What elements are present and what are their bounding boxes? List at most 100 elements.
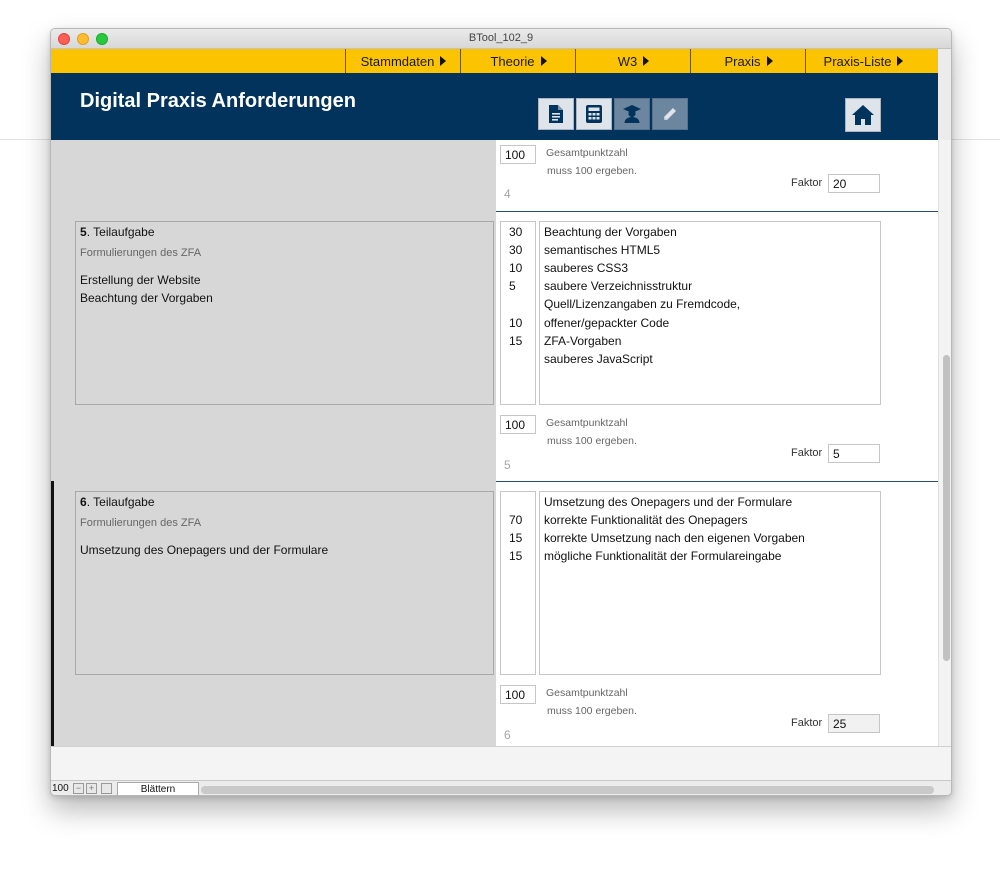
nav-bar: Stammdaten Theorie W3 Praxis Praxis-List… <box>51 49 938 73</box>
total-points-field[interactable]: 100 <box>500 415 536 434</box>
criterion-line: sauberes JavaScript <box>544 352 653 366</box>
right-pane: 100 Gesamtpunktzahl muss 100 ergeben. 4 … <box>496 140 938 746</box>
page-title: Digital Praxis Anforderungen <box>80 90 356 112</box>
arrow-right-icon <box>766 56 773 66</box>
points-column[interactable]: 30 30 10 5 10 15 <box>500 221 536 405</box>
points-value: 10 <box>509 316 523 330</box>
task-label: . Teilaufgabe <box>86 495 155 509</box>
task-text-line: Erstellung der Website <box>80 273 201 287</box>
title-bar[interactable]: BTool_102_9 <box>51 29 951 49</box>
nav-label: Praxis <box>724 53 761 69</box>
faktor-label: Faktor <box>791 717 823 729</box>
criteria-field[interactable]: Beachtung der Vorgaben semantisches HTML… <box>539 221 881 405</box>
criterion-line: Umsetzung des Onepagers und der Formular… <box>544 495 793 509</box>
criterion-line: mögliche Funktionalität der Formulareing… <box>544 549 782 563</box>
pencil-icon <box>664 108 676 120</box>
points-value: 30 <box>509 243 523 257</box>
nav-item-stammdaten[interactable]: Stammdaten <box>345 49 461 73</box>
task-text-line: Beachtung der Vorgaben <box>80 291 213 305</box>
criterion-line: Beachtung der Vorgaben <box>544 225 677 239</box>
window-title: BTool_102_9 <box>468 32 534 44</box>
nav-label: Praxis-Liste <box>823 53 892 69</box>
nav-label: Theorie <box>490 53 535 69</box>
criterion-line: korrekte Umsetzung nach den eigenen Vorg… <box>544 531 805 545</box>
task-title: 5. Teilaufgabe <box>80 225 155 239</box>
total-points-field[interactable]: 100 <box>500 145 536 164</box>
faktor-field[interactable]: 20 <box>828 174 880 193</box>
nav-item-w3[interactable]: W3 <box>575 49 691 73</box>
points-value: 15 <box>509 334 523 348</box>
home-button[interactable] <box>845 98 881 132</box>
task-number: 6 <box>80 495 87 509</box>
points-value: 5 <box>509 279 516 293</box>
task-subtitle: Formulierungen des ZFA <box>80 517 202 529</box>
arrow-right-icon <box>440 56 447 66</box>
points-column[interactable]: 70 15 15 <box>500 491 536 675</box>
left-pane: 5. Teilaufgabe Formulierungen des ZFA Er… <box>51 140 496 746</box>
zoom-level[interactable]: 100 <box>52 783 69 794</box>
nav-label: Stammdaten <box>360 53 435 69</box>
section-divider <box>496 211 938 212</box>
section-number: 4 <box>504 187 511 201</box>
toolbar-toggle-icon[interactable] <box>101 783 112 794</box>
horizontal-scrollbar[interactable] <box>201 786 934 794</box>
points-value: 30 <box>509 225 523 239</box>
task-title: 6. Teilaufgabe <box>80 495 155 509</box>
document-icon <box>549 105 563 123</box>
faktor-label: Faktor <box>791 447 823 459</box>
active-record-marker <box>51 481 54 746</box>
total-label: Gesamtpunktzahl <box>546 417 628 429</box>
document-button[interactable] <box>538 98 574 130</box>
task-text-line: Umsetzung des Onepagers und der Formular… <box>80 543 329 557</box>
zoom-in-icon[interactable]: + <box>86 783 97 794</box>
criteria-field[interactable]: Umsetzung des Onepagers und der Formular… <box>539 491 881 675</box>
arrow-right-icon <box>897 56 904 66</box>
status-bar: 100 − + Blättern <box>51 780 951 795</box>
calculator-button[interactable] <box>576 98 612 130</box>
total-note: muss 100 ergeben. <box>547 435 637 447</box>
zoom-out-icon[interactable]: − <box>73 783 84 794</box>
criterion-line: Quell/Lizenzangaben zu Fremdcode, <box>544 297 741 311</box>
points-value: 15 <box>509 549 523 563</box>
calculator-icon <box>586 105 602 123</box>
total-label: Gesamtpunktzahl <box>546 687 628 699</box>
total-points-field[interactable]: 100 <box>500 685 536 704</box>
nav-item-praxis[interactable]: Praxis <box>690 49 806 73</box>
total-note: muss 100 ergeben. <box>547 165 637 177</box>
section-number: 5 <box>504 458 511 472</box>
nav-label: W3 <box>617 53 638 69</box>
vertical-scrollbar[interactable] <box>938 140 951 746</box>
graduate-icon <box>623 105 641 123</box>
app-window: BTool_102_9 Stammdaten Theorie W3 Praxis… <box>50 28 952 796</box>
task-box: 6. Teilaufgabe Formulierungen des ZFA Um… <box>75 491 494 675</box>
faktor-field[interactable]: 5 <box>828 444 880 463</box>
arrow-right-icon <box>643 56 650 66</box>
nav-item-praxis-liste[interactable]: Praxis-Liste <box>805 49 921 73</box>
criterion-line: ZFA-Vorgaben <box>544 334 622 348</box>
criterion-line: sauberes CSS3 <box>544 261 629 275</box>
vertical-scroll-thumb[interactable] <box>943 355 950 661</box>
criterion-line: saubere Verzeichnisstruktur <box>544 279 693 293</box>
total-note: muss 100 ergeben. <box>547 705 637 717</box>
points-value: 15 <box>509 531 523 545</box>
points-value: 10 <box>509 261 523 275</box>
task-number: 5 <box>80 225 87 239</box>
nav-item-theorie[interactable]: Theorie <box>460 49 576 73</box>
criterion-line: offener/gepackter Code <box>544 316 670 330</box>
task-subtitle: Formulierungen des ZFA <box>80 247 202 259</box>
task-box: 5. Teilaufgabe Formulierungen des ZFA Er… <box>75 221 494 405</box>
task-text[interactable]: Umsetzung des Onepagers und der Formular… <box>80 541 328 559</box>
header: Digital Praxis Anforderungen <box>51 73 938 140</box>
task-label: . Teilaufgabe <box>86 225 155 239</box>
faktor-label: Faktor <box>791 177 823 189</box>
criterion-line: semantisches HTML5 <box>544 243 661 257</box>
home-icon <box>852 105 874 125</box>
content-area[interactable]: 5. Teilaufgabe Formulierungen des ZFA Er… <box>51 140 938 746</box>
criterion-line: korrekte Funktionalität des Onepagers <box>544 513 748 527</box>
task-text[interactable]: Erstellung der Website Beachtung der Vor… <box>80 271 213 307</box>
section-number: 6 <box>504 728 511 742</box>
pencil-button[interactable] <box>652 98 688 130</box>
mode-selector[interactable]: Blättern <box>117 782 199 795</box>
faktor-field[interactable]: 25 <box>828 714 880 733</box>
graduate-button[interactable] <box>614 98 650 130</box>
